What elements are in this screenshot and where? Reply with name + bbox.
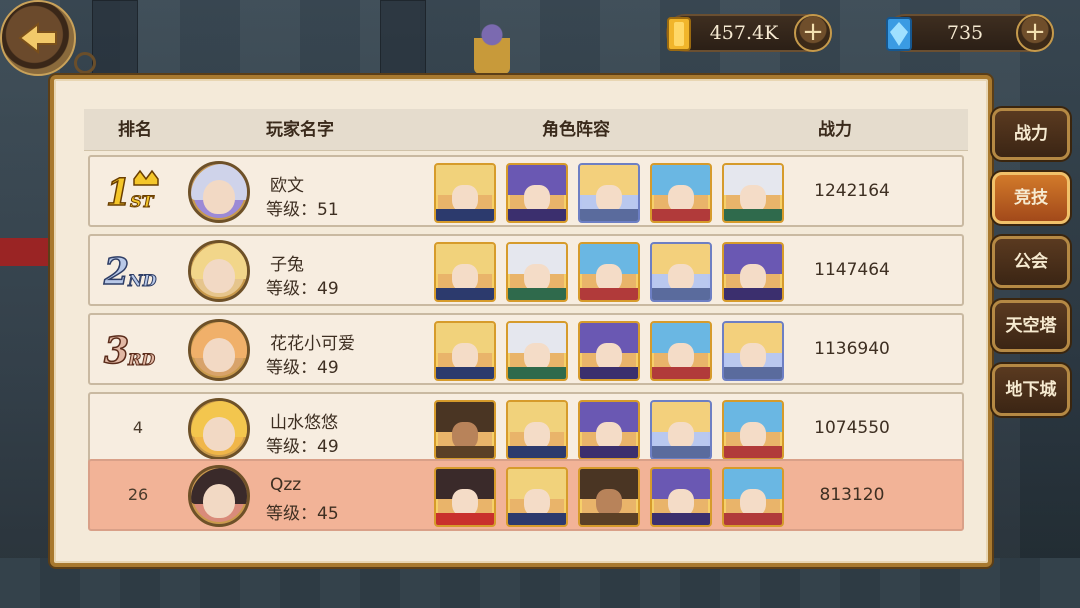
hero-portrait[interactable] [722, 467, 784, 527]
svg-text:RD: RD [127, 350, 155, 369]
rank-3rd-badge: 3 RD [103, 329, 156, 373]
header-power: 战力 [818, 120, 852, 140]
rank-1st-badge: 1 ST [105, 169, 159, 215]
hero-portrait[interactable] [506, 467, 568, 527]
svg-text:2: 2 [103, 251, 129, 293]
hero-portrait[interactable] [434, 242, 496, 302]
table-row[interactable]: 2 ND 子兔 等级：49 1147464 [88, 234, 964, 306]
hero-portrait[interactable] [722, 242, 784, 302]
hero-portrait[interactable] [434, 400, 496, 460]
hero-lineup [434, 467, 784, 527]
hero-portrait[interactable] [506, 242, 568, 302]
header-rank: 排名 [118, 120, 152, 140]
tab-dungeon[interactable]: 地下城 [992, 364, 1070, 416]
hero-portrait[interactable] [434, 321, 496, 381]
player-name: 子兔 [270, 255, 304, 275]
hero-portrait[interactable] [650, 400, 712, 460]
table-row[interactable]: 4 山水悠悠 等级：49 1074550 [88, 392, 964, 464]
tab-arena[interactable]: 竞技 [992, 172, 1070, 224]
avatar[interactable] [188, 240, 250, 302]
hero-portrait[interactable] [506, 321, 568, 381]
player-name: 花花小可爱 [270, 334, 355, 354]
power-value: 1242164 [814, 181, 890, 201]
hero-portrait[interactable] [506, 400, 568, 460]
table-row[interactable]: 1 ST 欧文 等级：51 1242164 [88, 155, 964, 227]
hero-portrait[interactable] [578, 467, 640, 527]
hero-lineup [434, 242, 784, 302]
player-level: 等级：49 [266, 358, 339, 378]
power-value: 813120 [819, 485, 885, 505]
hero-portrait[interactable] [578, 242, 640, 302]
hero-portrait[interactable] [578, 321, 640, 381]
svg-text:ND: ND [127, 271, 157, 290]
player-name: 山水悠悠 [270, 413, 338, 433]
ranking-panel: 排名 玩家名字 角色阵容 战力 1 ST 欧文 等级：51 1242164 2 … [50, 75, 992, 567]
back-arrow-icon [18, 21, 57, 55]
player-name: 欧文 [270, 176, 304, 196]
gem-counter: 735 + [886, 14, 1054, 52]
gold-bar-icon [667, 17, 691, 51]
hero-portrait[interactable] [578, 400, 640, 460]
avatar[interactable] [188, 161, 250, 223]
tab-guild[interactable]: 公会 [992, 236, 1070, 288]
back-button[interactable] [0, 0, 76, 76]
hero-portrait[interactable] [650, 242, 712, 302]
tab-sky-tower[interactable]: 天空塔 [992, 300, 1070, 352]
gold-value: 457.4K [709, 22, 779, 44]
gem-value: 735 [946, 22, 984, 44]
player-level: 等级：45 [266, 504, 339, 524]
player-name: Qzz [270, 475, 302, 495]
add-gold-button[interactable]: + [794, 14, 832, 52]
svg-text:1: 1 [106, 172, 131, 214]
hero-lineup [434, 163, 784, 223]
hero-portrait[interactable] [722, 321, 784, 381]
player-level: 等级：49 [266, 279, 339, 299]
blue-gem-icon [886, 17, 912, 51]
power-value: 1074550 [814, 418, 890, 438]
header-lineup: 角色阵容 [542, 120, 610, 140]
power-value: 1147464 [814, 260, 890, 280]
tab-power[interactable]: 战力 [992, 108, 1070, 160]
background-statue [474, 18, 510, 74]
hero-portrait[interactable] [434, 163, 496, 223]
rank-2nd-badge: 2 ND [102, 250, 157, 294]
hero-portrait[interactable] [722, 163, 784, 223]
table-header: 排名 玩家名字 角色阵容 战力 [84, 109, 968, 151]
table-row-self[interactable]: 26 Qzz 等级：45 813120 [88, 459, 964, 531]
header-player-name: 玩家名字 [266, 120, 334, 140]
hero-portrait[interactable] [650, 321, 712, 381]
rank-number: 26 [127, 485, 149, 504]
avatar[interactable] [188, 319, 250, 381]
player-level: 等级：51 [266, 200, 339, 220]
power-value: 1136940 [814, 339, 890, 359]
hero-portrait[interactable] [650, 467, 712, 527]
player-level: 等级：49 [266, 437, 339, 457]
rank-number: 4 [132, 418, 144, 437]
avatar[interactable] [188, 465, 250, 527]
back-button-ring [74, 52, 96, 74]
hero-portrait[interactable] [722, 400, 784, 460]
svg-text:ST: ST [130, 192, 155, 211]
hero-portrait[interactable] [434, 467, 496, 527]
add-gem-button[interactable]: + [1016, 14, 1054, 52]
avatar[interactable] [188, 398, 250, 460]
hero-portrait[interactable] [506, 163, 568, 223]
hero-lineup [434, 321, 784, 381]
table-row[interactable]: 3 RD 花花小可爱 等级：49 1136940 [88, 313, 964, 385]
hero-lineup [434, 400, 784, 460]
hero-portrait[interactable] [578, 163, 640, 223]
gold-counter: 457.4K + [666, 14, 832, 52]
svg-text:3: 3 [104, 330, 129, 372]
hero-portrait[interactable] [650, 163, 712, 223]
